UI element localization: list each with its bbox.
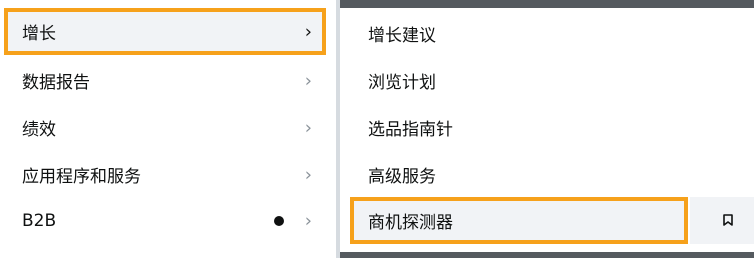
submenu-item-label: 浏览计划 [368, 73, 436, 93]
top-border-bar [340, 0, 754, 8]
menu-item-data-reports[interactable]: 数据报告 › [4, 57, 326, 104]
notification-dot-icon [274, 215, 284, 226]
chevron-right-icon: › [304, 210, 312, 231]
menu-item-label: 数据报告 [22, 73, 90, 93]
chevron-right-icon: › [304, 21, 312, 42]
menu-item-label: 增长 [22, 24, 56, 44]
submenu-item-browse-plan[interactable]: 浏览计划 [350, 57, 688, 104]
submenu-item-opportunity-explorer[interactable]: 商机探测器 [350, 197, 688, 244]
menu-item-label: 绩效 [22, 120, 56, 140]
navigation-flyout: 增长 › 数据报告 › 绩效 › 应用程序和服务 › B2B › 增长建议 浏览… [0, 0, 754, 258]
chevron-right-icon: › [304, 164, 312, 185]
submenu-item-product-compass[interactable]: 选品指南针 [350, 104, 688, 151]
submenu-item-label: 增长建议 [368, 26, 436, 46]
left-menu: 增长 › 数据报告 › 绩效 › 应用程序和服务 › B2B › [0, 0, 336, 258]
chevron-right-icon: › [304, 117, 312, 138]
submenu-item-growth-suggestions[interactable]: 增长建议 [350, 10, 688, 57]
menu-item-label: 应用程序和服务 [22, 167, 141, 187]
menu-item-performance[interactable]: 绩效 › [4, 104, 326, 151]
submenu-item-label: 选品指南针 [368, 120, 453, 140]
chevron-right-icon: › [304, 70, 312, 91]
menu-item-b2b[interactable]: B2B › [4, 197, 326, 244]
menu-item-growth[interactable]: 增长 › [4, 8, 326, 55]
bookmark-icon[interactable] [723, 214, 733, 226]
bottom-border-bar [340, 252, 754, 258]
submenu-item-premium-services[interactable]: 高级服务 [350, 151, 688, 198]
submenu-item-label: 商机探测器 [368, 213, 453, 233]
submenu-row-extension [690, 197, 754, 244]
menu-item-apps-services[interactable]: 应用程序和服务 › [4, 151, 326, 198]
submenu-item-label: 高级服务 [368, 167, 436, 187]
